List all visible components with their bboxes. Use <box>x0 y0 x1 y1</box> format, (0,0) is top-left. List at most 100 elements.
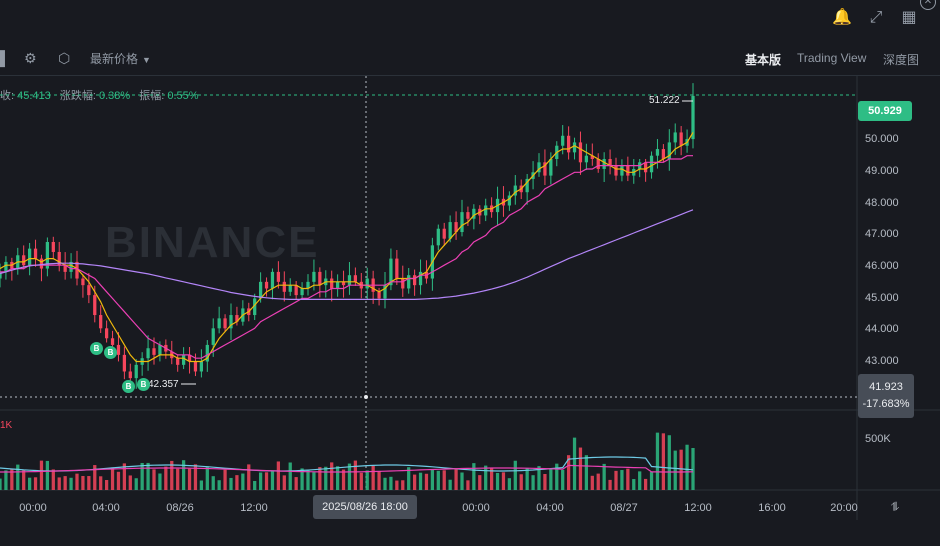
buy-marker[interactable]: B <box>104 346 117 359</box>
volume-bar <box>22 470 26 490</box>
x-tick: 04:00 <box>536 502 564 514</box>
volume-bar <box>531 475 535 490</box>
volume-ma-line-2 <box>0 464 694 473</box>
x-tick: 12:00 <box>240 502 268 514</box>
candle-body <box>122 354 127 372</box>
volume-bar <box>632 479 636 490</box>
volume-bar <box>359 472 363 490</box>
volume-bar <box>436 470 440 490</box>
volume-bar <box>258 472 263 490</box>
volume-bar <box>69 477 73 490</box>
candle-body <box>395 258 399 279</box>
candle-body <box>27 248 32 266</box>
volume-bar <box>247 464 251 490</box>
candle-body <box>81 278 85 286</box>
volume-bar <box>347 463 352 490</box>
volume-bar <box>335 466 340 490</box>
reset-zoom-icon[interactable]: ⥮ <box>884 498 906 516</box>
volume-bar <box>389 476 393 490</box>
volume-bar <box>377 471 381 490</box>
volume-bar <box>324 466 328 490</box>
volume-bar <box>454 469 458 490</box>
volume-bar <box>27 477 32 490</box>
candle-body <box>377 291 381 299</box>
x-tick: 00:00 <box>462 502 490 514</box>
candle-body <box>22 255 26 266</box>
volume-bar <box>691 447 695 490</box>
candle-body <box>134 364 138 379</box>
candle-body <box>264 281 269 289</box>
volume-bar <box>45 460 50 490</box>
candle-body <box>460 212 464 233</box>
candle-body <box>146 348 150 359</box>
volume-bar <box>643 478 648 490</box>
candle-body <box>158 344 162 355</box>
candle-body <box>661 149 666 159</box>
candle-body <box>33 248 38 259</box>
volume-bar <box>507 478 512 490</box>
volume-bar <box>158 473 162 490</box>
volume-bar <box>128 475 132 490</box>
candlestick-chart[interactable] <box>0 0 940 546</box>
volume-bar <box>146 462 150 490</box>
candle-body <box>270 271 275 289</box>
ma-line-ma7 <box>0 132 694 363</box>
candle-body <box>436 228 440 246</box>
volume-bar <box>484 465 488 490</box>
candle-body <box>578 142 583 163</box>
volume-bar <box>116 471 121 490</box>
candle-body <box>484 205 488 216</box>
min-price-marker: 42.357 <box>148 379 179 390</box>
volume-bar <box>217 480 221 490</box>
candle-body <box>300 288 304 296</box>
candle-body <box>626 165 630 176</box>
candle-body <box>217 318 221 329</box>
ma-line-ma99 <box>0 209 694 300</box>
volume-bar <box>33 477 38 490</box>
candle-body <box>318 271 322 286</box>
y-tick: 44.000 <box>865 323 899 335</box>
volume-bar <box>673 450 677 490</box>
volume-bar <box>513 460 517 490</box>
volume-bar <box>679 449 683 490</box>
volume-bar <box>371 465 375 490</box>
volume-bar <box>276 461 281 490</box>
crosshair-price-label: 41.923 -17.683% <box>858 374 914 418</box>
volume-bar <box>0 478 2 490</box>
volume-bar <box>134 478 138 490</box>
volume-bar <box>264 472 269 490</box>
volume-bar <box>501 472 506 490</box>
volume-bar <box>519 474 523 490</box>
volume-bar <box>270 471 275 490</box>
candle-body <box>116 344 121 355</box>
candle-body <box>584 155 589 163</box>
x-tick: 16:00 <box>758 502 786 514</box>
crosshair-date-label: 2025/08/26 18:00 <box>313 495 417 519</box>
buy-marker[interactable]: B <box>137 378 150 391</box>
candle-body <box>258 281 263 299</box>
candle-body <box>282 281 286 292</box>
candle-body <box>602 159 606 169</box>
volume-bar <box>39 460 44 490</box>
volume-bar <box>655 432 660 490</box>
candle-body <box>276 271 281 282</box>
candle-body <box>39 258 44 269</box>
candle-body <box>312 271 316 282</box>
candle-body <box>365 278 369 289</box>
volume-bar <box>104 479 109 490</box>
volume-bar <box>365 470 369 490</box>
volume-bar <box>442 470 446 490</box>
volume-bar <box>602 463 606 490</box>
volume-bar <box>561 469 565 490</box>
volume-bar <box>572 437 577 490</box>
candle-body <box>347 275 352 286</box>
buy-marker[interactable]: B <box>90 342 103 355</box>
volume-bar <box>543 473 547 490</box>
buy-marker[interactable]: B <box>122 380 135 393</box>
y-tick: 50.000 <box>865 133 899 145</box>
candle-body <box>288 285 292 292</box>
candle-body <box>448 222 452 239</box>
volume-bar <box>401 480 405 490</box>
candle-body <box>596 159 600 169</box>
volume-bar <box>99 476 103 490</box>
